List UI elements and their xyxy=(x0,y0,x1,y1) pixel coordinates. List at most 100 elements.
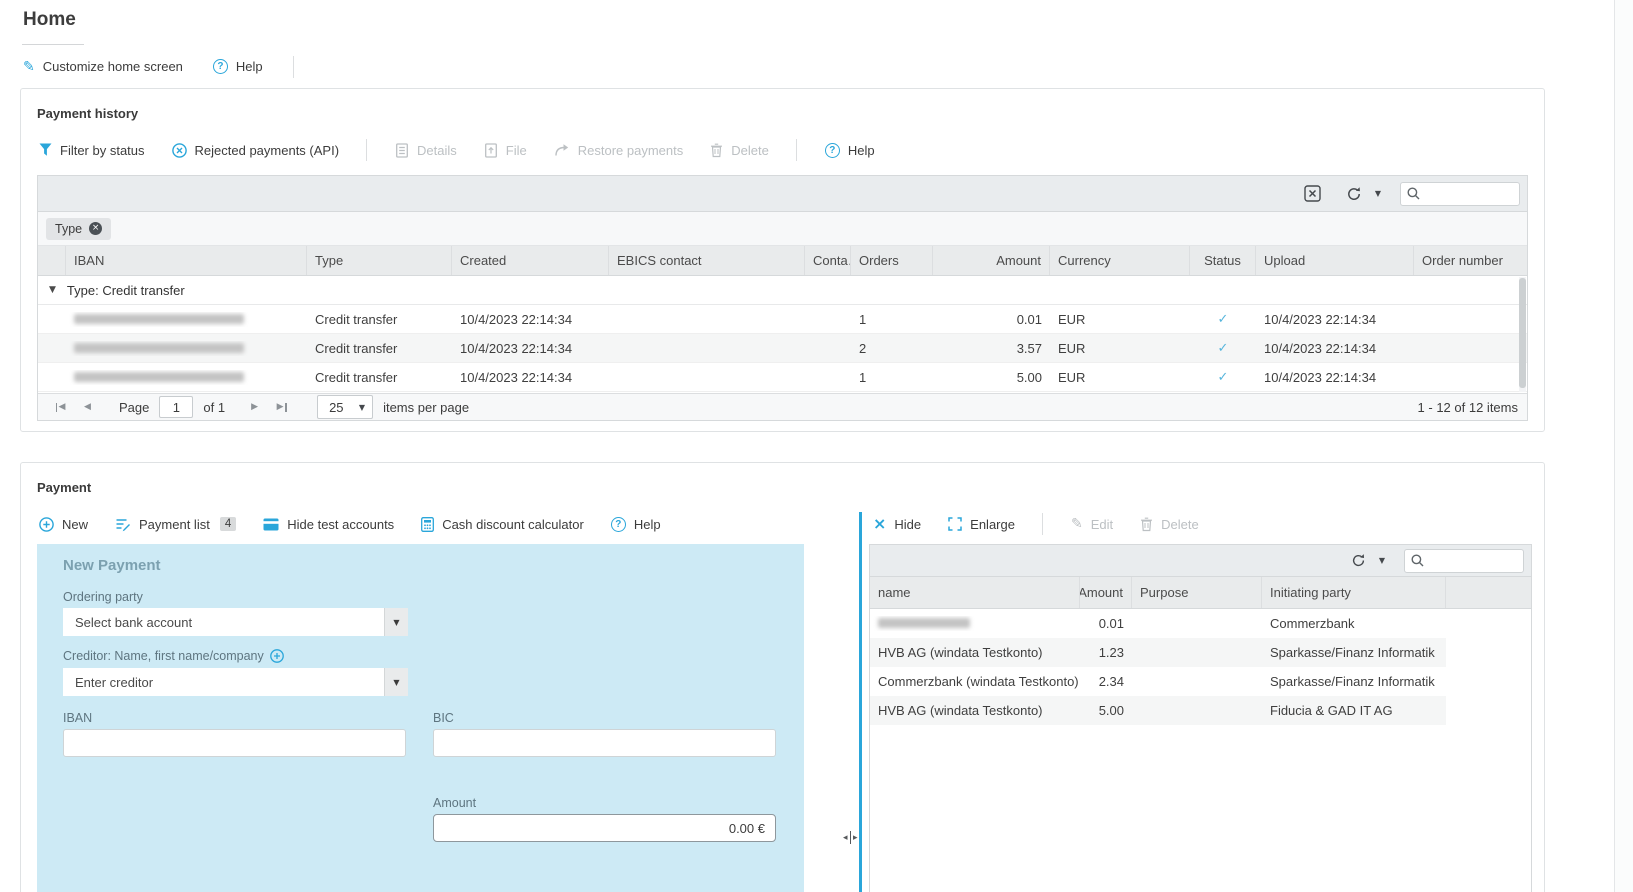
iban-field[interactable] xyxy=(63,729,406,757)
chevron-down-icon: ▼ xyxy=(359,403,365,412)
table-scrollbar[interactable] xyxy=(1519,277,1526,392)
filter-by-status-label: Filter by status xyxy=(60,143,145,158)
rejected-payments-button[interactable]: Rejected payments (API) xyxy=(172,143,340,158)
header-iban[interactable]: IBAN xyxy=(66,246,307,275)
ordering-party-value: Select bank account xyxy=(63,608,384,636)
details-icon xyxy=(395,143,409,158)
panel-splitter[interactable] xyxy=(859,512,862,892)
hide-list-button[interactable]: × Hide xyxy=(873,516,921,532)
payment-help-button[interactable]: ? Help xyxy=(611,517,661,532)
header-initiating-party[interactable]: Initiating party xyxy=(1262,577,1446,608)
file-button[interactable]: File xyxy=(484,143,527,158)
cell-initiating-party: Fiducia & GAD IT AG xyxy=(1262,703,1446,718)
payment-list-search-input[interactable] xyxy=(1429,554,1517,568)
new-payment-button[interactable]: New xyxy=(39,517,88,532)
history-search-input[interactable] xyxy=(1425,187,1513,201)
list-item[interactable]: 0.01 Commerzbank xyxy=(870,609,1531,638)
header-ebics-contact[interactable]: EBICS contact xyxy=(609,246,805,275)
collapse-group-icon[interactable]: ▼ xyxy=(49,285,56,295)
payment-list-button[interactable]: Payment list 4 xyxy=(115,517,236,532)
list-item[interactable]: HVB AG (windata Testkonto) 1.23 Sparkass… xyxy=(870,638,1531,667)
cell-iban xyxy=(66,341,307,356)
header-amount[interactable]: Amount xyxy=(1080,577,1132,608)
payment-history-panel: Payment history Filter by status Rejecte… xyxy=(20,88,1545,432)
enlarge-button[interactable]: Enlarge xyxy=(948,517,1015,532)
help-label: Help xyxy=(236,59,263,74)
header-amount[interactable]: Amount xyxy=(933,246,1050,275)
refresh-button[interactable] xyxy=(1340,182,1368,206)
enlarge-label: Enlarge xyxy=(970,517,1015,532)
page-size-select[interactable]: 25 ▼ xyxy=(317,395,373,419)
header-type[interactable]: Type xyxy=(307,246,452,275)
group-row-credit-transfer[interactable]: ▼ Type: Credit transfer xyxy=(38,276,1527,305)
refresh-button[interactable] xyxy=(1344,549,1372,573)
last-page-button[interactable]: ▶ xyxy=(268,397,295,417)
export-excel-button[interactable] xyxy=(1298,182,1326,206)
header-status[interactable]: Status xyxy=(1190,246,1256,275)
header-orders[interactable]: Orders xyxy=(851,246,933,275)
scrollbar-thumb[interactable] xyxy=(1519,278,1526,388)
header-order-number[interactable]: Order number xyxy=(1414,246,1527,275)
window-scrollbar[interactable] xyxy=(1614,0,1633,892)
chevron-down-icon: ▼ xyxy=(384,668,408,696)
header-name[interactable]: name xyxy=(870,577,1080,608)
table-row[interactable]: Credit transfer 10/4/2023 22:14:34 1 5.0… xyxy=(38,363,1527,392)
header-currency[interactable]: Currency xyxy=(1050,246,1190,275)
delete-list-item-button[interactable]: Delete xyxy=(1140,517,1199,532)
amount-field[interactable] xyxy=(433,814,776,842)
first-page-button[interactable]: ◀ xyxy=(47,397,74,417)
add-creditor-icon[interactable] xyxy=(270,649,284,663)
filter-by-status-button[interactable]: Filter by status xyxy=(39,143,145,158)
refresh-options-caret[interactable]: ▼ xyxy=(1368,182,1388,206)
status-check-icon: ✓ xyxy=(1190,312,1256,327)
plus-circle-icon xyxy=(39,517,54,532)
ordering-party-select[interactable]: Select bank account ▼ xyxy=(63,608,408,636)
hide-test-accounts-button[interactable]: Hide test accounts xyxy=(263,517,394,532)
restore-payments-button[interactable]: Restore payments xyxy=(554,143,684,158)
cell-orders: 2 xyxy=(851,341,933,356)
bic-field[interactable] xyxy=(433,729,776,757)
new-payment-form: New Payment Ordering party Select bank a… xyxy=(37,544,804,892)
page-label: Page xyxy=(119,400,149,415)
help-button[interactable]: ? Help xyxy=(213,59,263,74)
type-filter-chip[interactable]: Type × xyxy=(46,218,111,240)
trash-icon xyxy=(710,143,723,158)
list-item[interactable]: Commerzbank (windata Testkonto) 2.34 Spa… xyxy=(870,667,1531,696)
cell-currency: EUR xyxy=(1050,370,1190,385)
header-created[interactable]: Created xyxy=(452,246,609,275)
cell-iban xyxy=(66,370,307,385)
history-help-button[interactable]: ? Help xyxy=(825,143,875,158)
toolbar-divider xyxy=(1042,513,1043,535)
file-icon xyxy=(484,143,498,158)
cell-upload: 10/4/2023 22:14:34 xyxy=(1256,370,1414,385)
edit-button[interactable]: ✎ Edit xyxy=(1071,516,1113,532)
restore-payments-label: Restore payments xyxy=(578,143,684,158)
payment-help-label: Help xyxy=(634,517,661,532)
delete-button[interactable]: Delete xyxy=(710,143,769,158)
toolbar-divider xyxy=(366,139,367,161)
table-row[interactable]: Credit transfer 10/4/2023 22:14:34 1 0.0… xyxy=(38,305,1527,334)
splitter-handle[interactable]: ◂ ▸ xyxy=(843,831,858,844)
splitter-right-arrow-icon: ▸ xyxy=(853,833,858,843)
list-item[interactable]: HVB AG (windata Testkonto) 5.00 Fiducia … xyxy=(870,696,1531,725)
cell-initiating-party: Sparkasse/Finanz Informatik xyxy=(1262,674,1446,689)
new-payment-label: New xyxy=(62,517,88,532)
refresh-options-caret[interactable]: ▼ xyxy=(1372,549,1392,573)
customize-home-button[interactable]: ✎ Customize home screen xyxy=(23,59,183,75)
header-upload[interactable]: Upload xyxy=(1256,246,1414,275)
toolbar-divider xyxy=(293,56,294,78)
toolbar-divider xyxy=(796,139,797,161)
remove-filter-icon[interactable]: × xyxy=(89,222,102,235)
table-row[interactable]: Credit transfer 10/4/2023 22:14:34 2 3.5… xyxy=(38,334,1527,363)
header-purpose[interactable]: Purpose xyxy=(1132,577,1262,608)
details-button[interactable]: Details xyxy=(395,143,457,158)
details-label: Details xyxy=(417,143,457,158)
next-page-button[interactable]: ▶ xyxy=(241,397,268,417)
cash-discount-calculator-button[interactable]: Cash discount calculator xyxy=(421,517,584,532)
header-contact[interactable]: Conta… xyxy=(805,246,851,275)
creditor-select[interactable]: Enter creditor ▼ xyxy=(63,668,408,696)
title-underline xyxy=(22,44,84,45)
splitter-bar xyxy=(850,831,852,844)
previous-page-button[interactable]: ◀ xyxy=(74,397,101,417)
page-number-input[interactable] xyxy=(159,396,193,418)
